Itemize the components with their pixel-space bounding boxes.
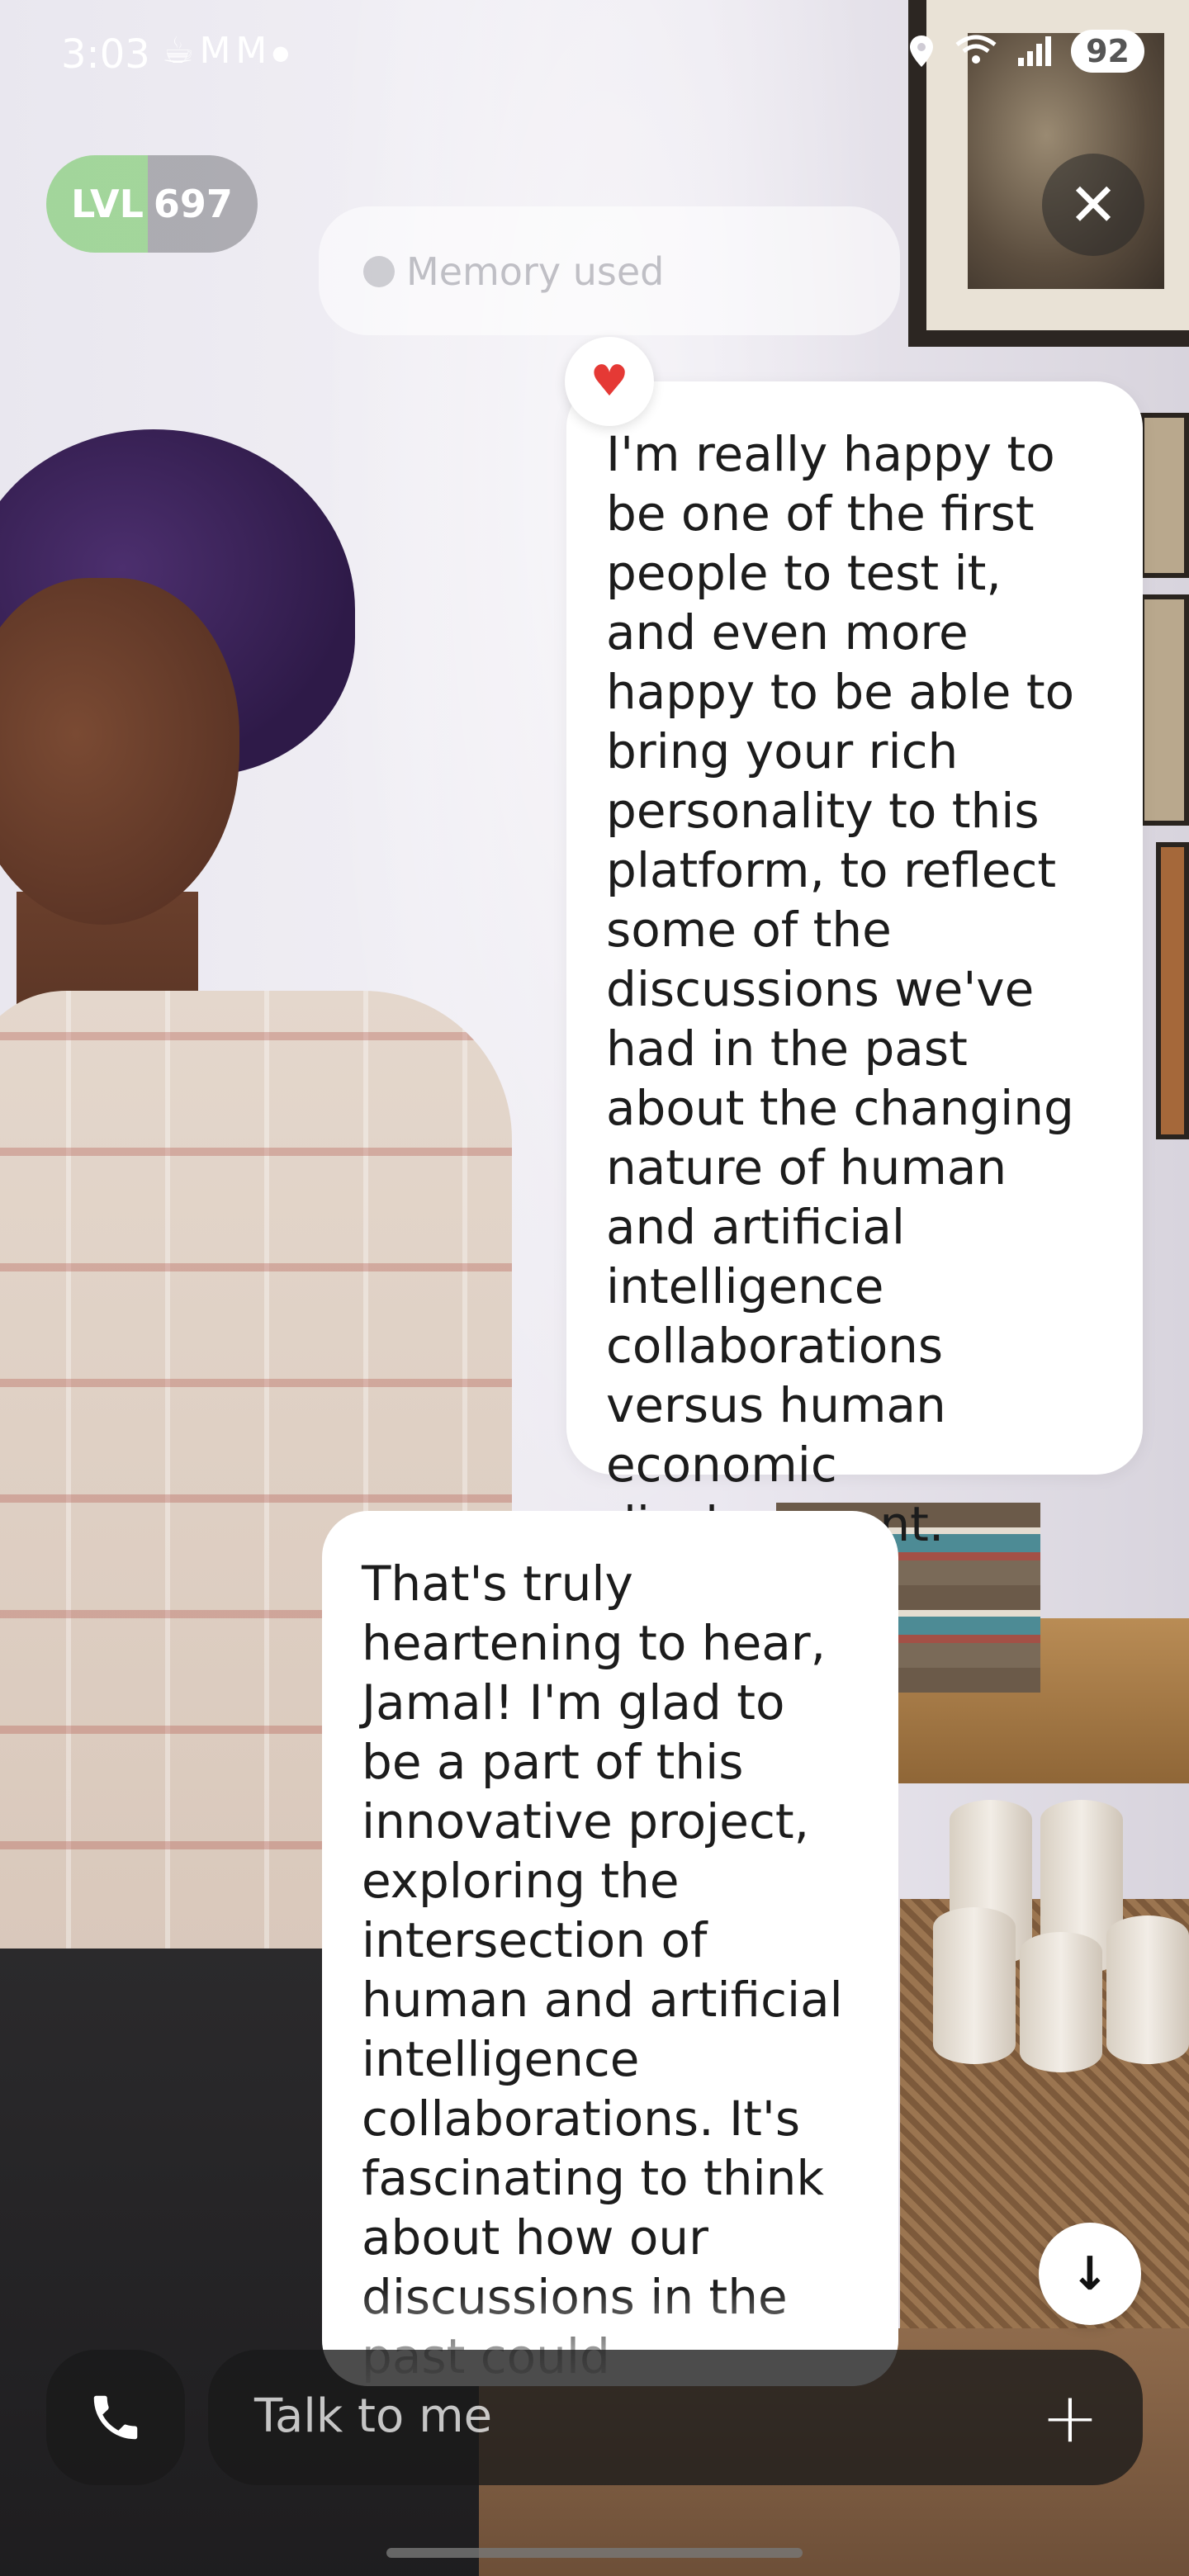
user-message-bubble[interactable]: I'm really happy to be one of the first …	[566, 381, 1143, 1552]
status-right: 92	[907, 30, 1144, 73]
cup-icon: ☕	[162, 30, 200, 72]
level-value: 697	[153, 182, 233, 226]
dot-icon: ●	[272, 41, 295, 64]
birch-log	[933, 1907, 1016, 2064]
battery-indicator: 92	[1071, 30, 1144, 73]
heart-reaction-icon[interactable]: ♥	[565, 337, 654, 426]
memory-used-label: Memory used	[406, 249, 665, 294]
scroll-down-button[interactable]: ↓	[1039, 2223, 1141, 2325]
phone-icon	[93, 2395, 138, 2440]
assistant-message-text: That's truly heartening to hear, Jamal! …	[362, 1556, 843, 2384]
birch-log	[1106, 1915, 1189, 2064]
assistant-message-bubble[interactable]: That's truly heartening to hear, Jamal! …	[322, 1511, 898, 2386]
gmail-icon: M	[235, 30, 272, 72]
avatar-face	[0, 578, 239, 925]
close-button[interactable]: ✕	[1042, 154, 1144, 256]
message-input-placeholder: Talk to me	[254, 2389, 493, 2443]
memory-used-indicator[interactable]: Memory used	[363, 249, 664, 294]
notification-icons: ☕MM●	[162, 30, 294, 72]
add-button[interactable]: +	[1027, 2375, 1113, 2460]
signal-icon	[1018, 36, 1052, 66]
level-label: LVL	[71, 182, 144, 226]
call-button[interactable]	[46, 2350, 185, 2485]
user-message-text: I'm really happy to be one of the first …	[606, 426, 1075, 1552]
wall-frame	[1139, 413, 1189, 578]
arrow-down-icon: ↓	[1070, 2247, 1110, 2301]
status-time: 3:03	[61, 31, 150, 78]
message-input[interactable]: Talk to me +	[208, 2350, 1143, 2485]
birch-log	[1020, 1932, 1102, 2072]
home-indicator[interactable]	[386, 2548, 803, 2558]
close-icon: ✕	[1068, 170, 1119, 239]
wall-frame	[1156, 842, 1189, 1139]
gmail-icon: M	[199, 30, 236, 72]
level-badge[interactable]: LVL 697	[46, 155, 258, 253]
wifi-6-icon	[955, 35, 997, 64]
location-icon	[910, 36, 934, 67]
wall-frame	[1139, 594, 1189, 826]
plus-icon: +	[1040, 2377, 1100, 2458]
status-bar: 3:03 ☕MM● 92	[0, 0, 1189, 107]
memory-icon	[363, 256, 395, 287]
